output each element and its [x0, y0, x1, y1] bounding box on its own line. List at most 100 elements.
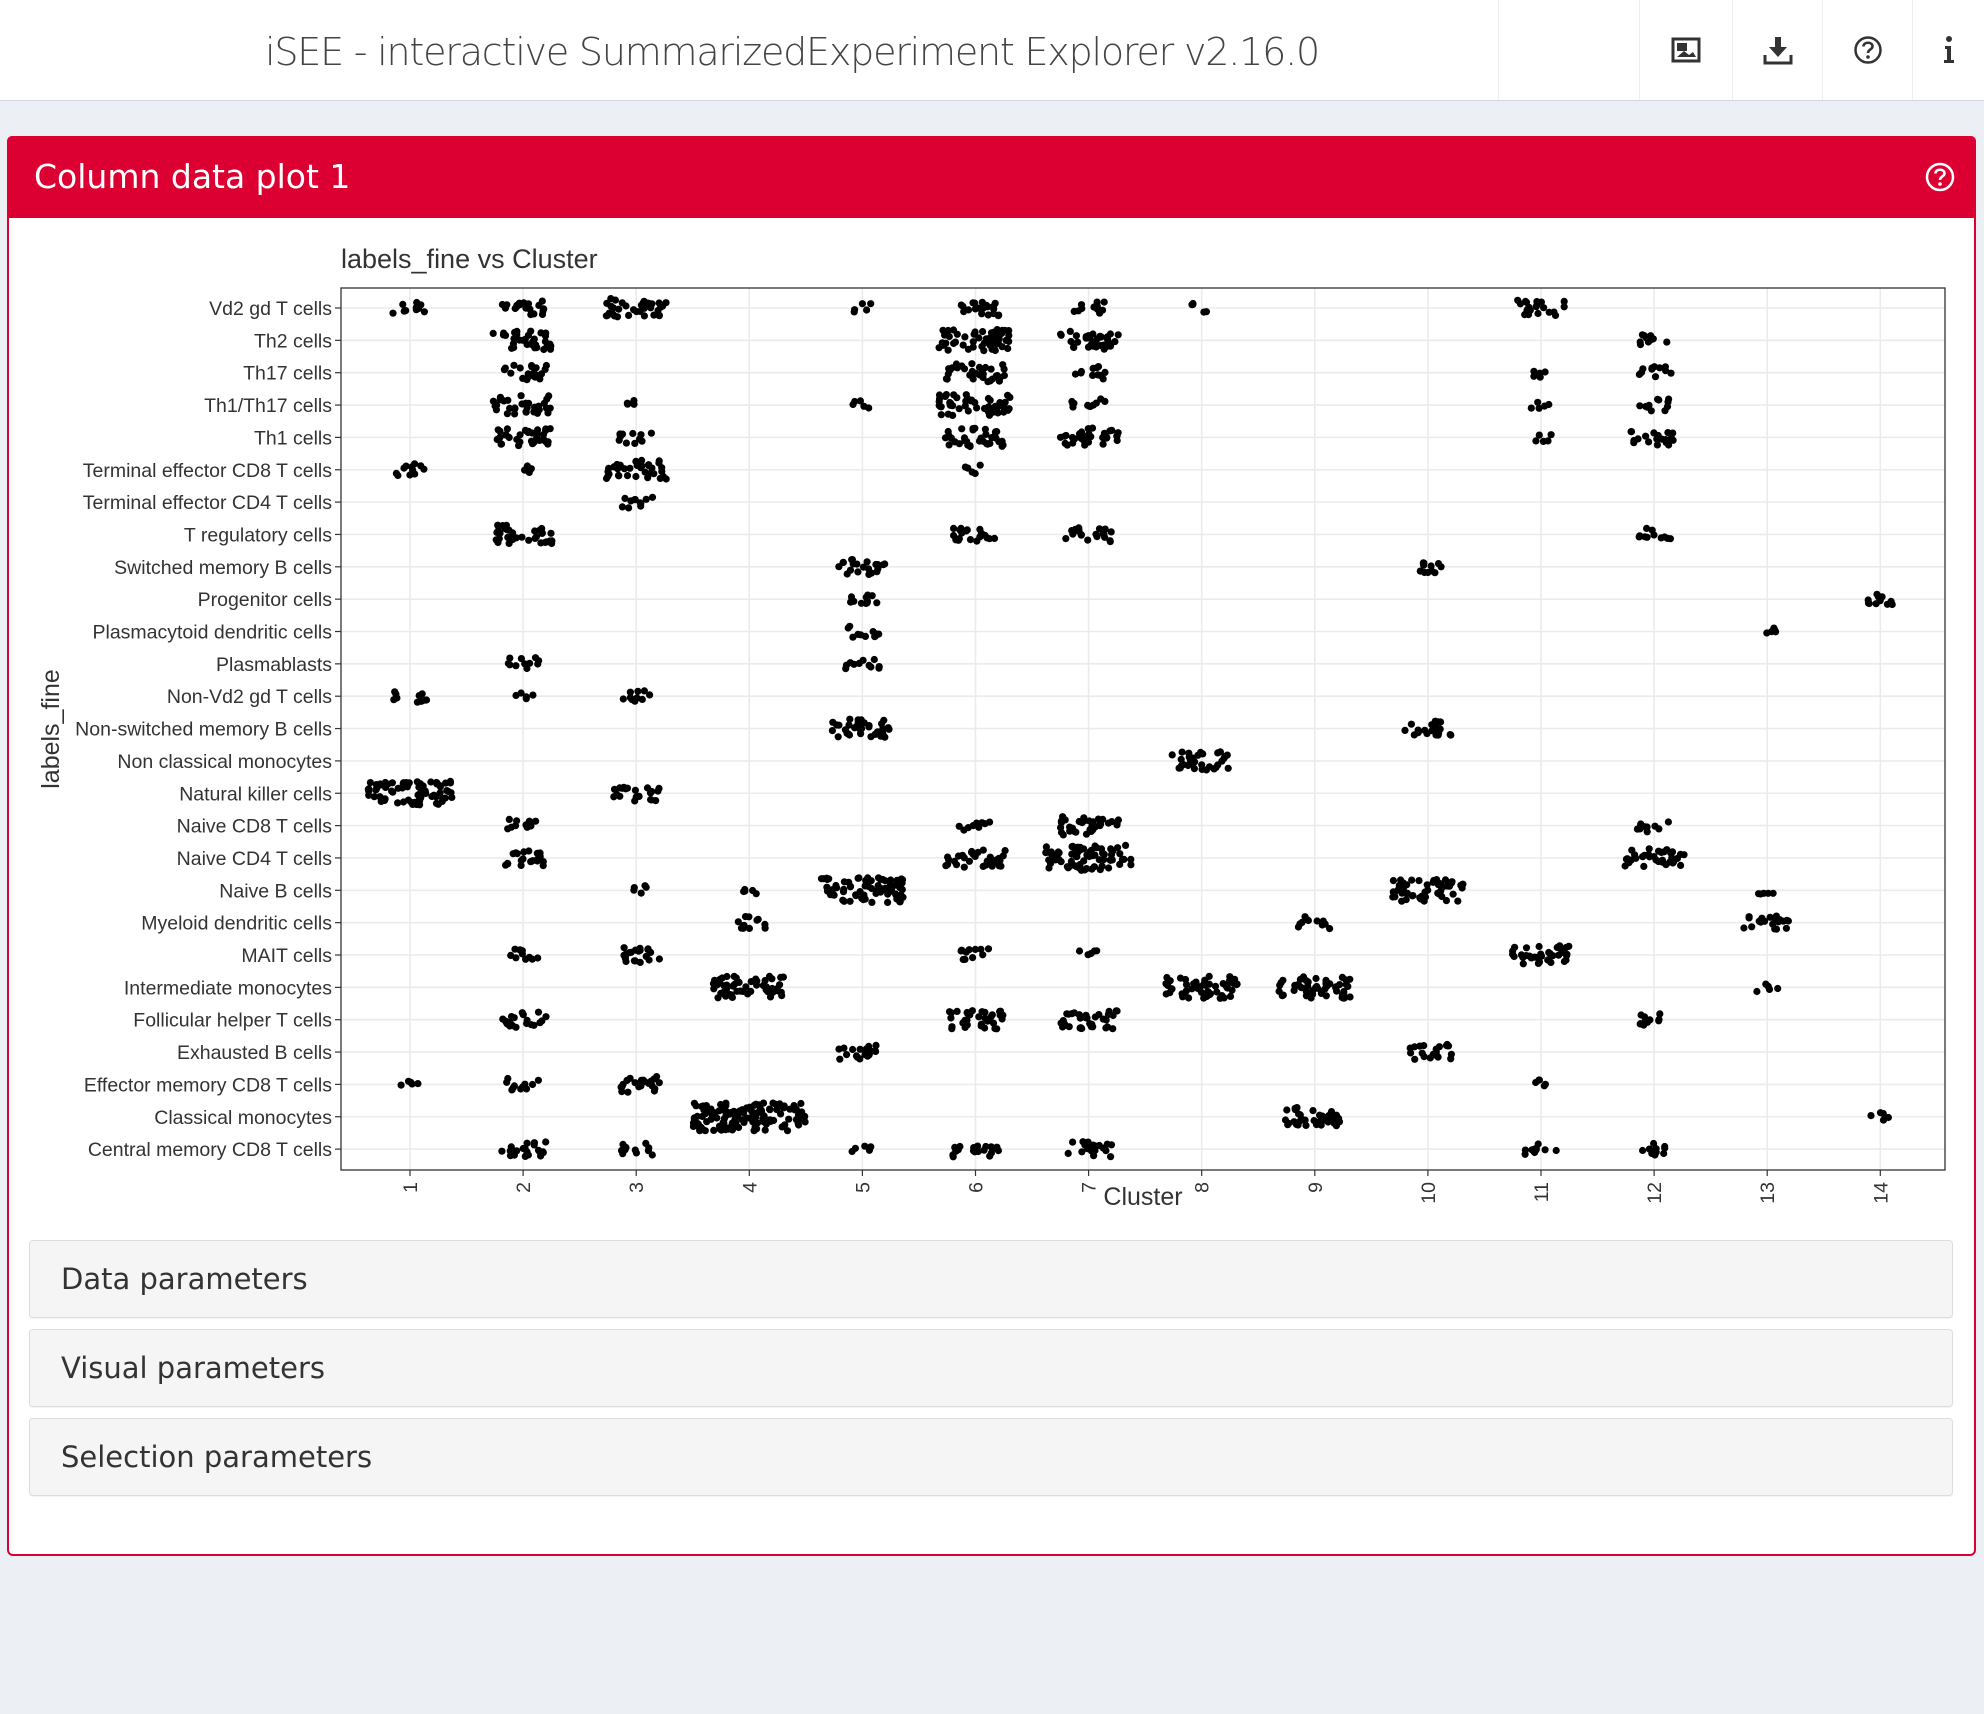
- data-point: [399, 798, 408, 806]
- data-point: [541, 538, 549, 546]
- data-point: [508, 1086, 516, 1094]
- data-point: [624, 1088, 632, 1096]
- question-circle-icon[interactable]: [1924, 161, 1956, 193]
- data-point: [638, 695, 646, 703]
- data-point: [845, 721, 853, 729]
- data-point: [1057, 817, 1065, 825]
- data-point: [1210, 765, 1218, 773]
- data-point: [1770, 914, 1778, 922]
- data-point: [1667, 849, 1675, 857]
- data-point: [980, 347, 988, 355]
- data-point: [851, 306, 859, 314]
- data-point: [968, 360, 976, 368]
- data-point: [1089, 371, 1097, 379]
- plot-area[interactable]: labels_fine vs Cluster Vd2 gd T cells Th2 …: [9, 218, 1974, 1218]
- data-point: [1101, 397, 1109, 405]
- data-point: [1109, 1025, 1117, 1033]
- data-point: [519, 1011, 527, 1019]
- data-point: [1107, 528, 1115, 536]
- data-point: [1103, 1140, 1111, 1148]
- data-point: [778, 1123, 786, 1131]
- data-point: [498, 300, 506, 309]
- data-point: [535, 1148, 544, 1156]
- panel-header: Column data plot 1: [7, 136, 1976, 218]
- data-point: [1772, 925, 1781, 933]
- data-point: [1887, 597, 1895, 605]
- x-tick-label: 5: [852, 1182, 874, 1193]
- data-point: [517, 861, 525, 870]
- data-point: [978, 819, 986, 827]
- data-point: [851, 1144, 860, 1152]
- data-point: [722, 992, 730, 1000]
- visual-parameters-collapsible[interactable]: Visual parameters: [29, 1329, 1953, 1407]
- data-point: [985, 411, 994, 419]
- data-point: [399, 780, 407, 788]
- data-point: [1642, 823, 1650, 831]
- data-point: [505, 815, 513, 824]
- data-point: [517, 392, 525, 400]
- data-point: [428, 792, 436, 801]
- data-point: [853, 1053, 862, 1061]
- data-point: [542, 1138, 550, 1146]
- data-point: [965, 857, 974, 865]
- data-point: [662, 299, 670, 307]
- data-point: [1676, 850, 1684, 859]
- data-point: [957, 526, 965, 534]
- data-point: [512, 662, 520, 670]
- y-tick-label: Follicular helper T cells: [133, 1010, 332, 1032]
- data-point: [1089, 330, 1097, 338]
- data-point: [1100, 298, 1108, 306]
- data-point: [544, 409, 552, 417]
- data-point: [964, 345, 973, 353]
- help-button[interactable]: [1823, 0, 1912, 100]
- data-point: [392, 690, 400, 698]
- data-point: [1114, 816, 1122, 824]
- export-image-button[interactable]: [1640, 0, 1732, 100]
- y-tick-label: Natural killer cells: [179, 783, 332, 805]
- data-point: [648, 493, 657, 501]
- y-tick-label: Switched memory B cells: [114, 557, 332, 579]
- data-point: [1864, 596, 1872, 604]
- data-point: [993, 428, 1001, 436]
- data-point: [527, 327, 535, 335]
- data-point: [489, 329, 497, 337]
- data-point: [623, 472, 632, 480]
- data-point: [1102, 1024, 1110, 1032]
- chart-title: labels_fine vs Cluster: [341, 244, 598, 274]
- data-point: [749, 886, 757, 895]
- data-parameters-collapsible[interactable]: Data parameters: [29, 1240, 1953, 1318]
- y-tick-label: Exhausted B cells: [177, 1042, 332, 1064]
- data-point: [986, 818, 994, 826]
- data-point: [991, 346, 999, 355]
- data-point: [1534, 309, 1542, 318]
- data-point: [951, 1143, 959, 1151]
- data-point: [433, 780, 441, 788]
- data-point: [761, 1126, 769, 1134]
- data-point: [417, 794, 425, 802]
- data-point: [628, 696, 636, 704]
- data-point: [1332, 983, 1340, 991]
- data-point: [1661, 1144, 1669, 1152]
- data-point: [1107, 1153, 1115, 1161]
- data-parameters-label: Data parameters: [61, 1262, 308, 1296]
- y-tick-label: Naive CD8 T cells: [177, 816, 333, 838]
- data-point: [786, 1105, 794, 1113]
- data-point: [626, 688, 635, 696]
- data-point: [1312, 974, 1320, 983]
- data-point: [969, 299, 977, 307]
- data-point: [1089, 339, 1097, 347]
- data-point: [546, 425, 554, 433]
- scatter-plot[interactable]: labels_fine vs Cluster Vd2 gd T cells Th2 …: [9, 218, 1974, 1218]
- data-point: [647, 469, 655, 477]
- data-point: [957, 947, 965, 955]
- download-button[interactable]: [1733, 0, 1822, 100]
- data-point: [1666, 535, 1674, 543]
- data-point: [1623, 855, 1631, 863]
- selection-parameters-collapsible[interactable]: Selection parameters: [29, 1418, 1953, 1496]
- data-point: [961, 955, 969, 964]
- data-point: [407, 1078, 415, 1086]
- info-button[interactable]: [1913, 0, 1984, 100]
- data-point: [1632, 854, 1640, 862]
- data-point: [655, 312, 663, 320]
- y-tick-label: Plasmacytoid dendritic cells: [92, 622, 332, 644]
